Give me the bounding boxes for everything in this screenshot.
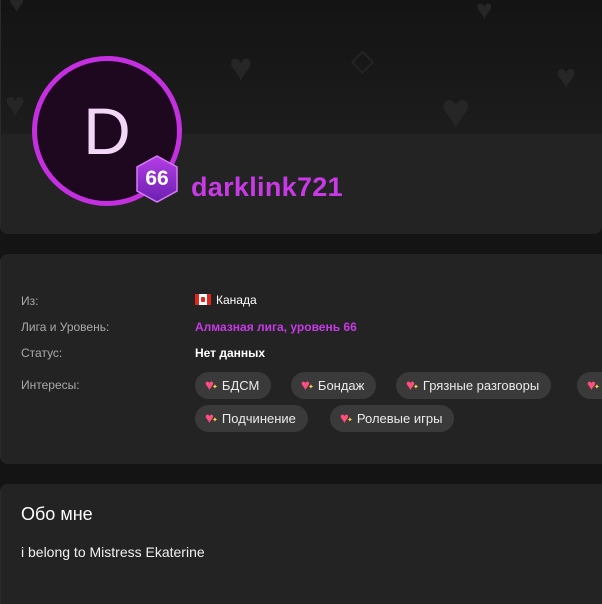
heart-sparkle-icon: ♥ xyxy=(205,378,218,393)
interest-chip[interactable]: ♥Грязные разговоры xyxy=(396,372,552,399)
league-label: Лига и Уровень: xyxy=(21,320,110,334)
profile-header-card: ♥ ♥ ♥ ♥ ♥ ◇ ♥ D 66 darklink721 xyxy=(0,0,602,234)
heart-sparkle-icon: ♥ xyxy=(301,378,314,393)
interest-chip[interactable]: ♥БДСМ xyxy=(195,372,272,399)
avatar-letter: D xyxy=(83,94,131,168)
interest-label: Подчинение xyxy=(221,411,296,426)
about-title: Обо мне xyxy=(21,504,93,524)
heart-sparkle-icon: ♥ xyxy=(406,378,419,393)
interest-label: Грязные разговоры xyxy=(422,378,540,393)
heart-deco-icon: ♥ xyxy=(476,0,493,25)
about-card: Обо мне i belong to Mistress Ekaterine xyxy=(0,484,602,604)
heart-deco-icon: ♥ xyxy=(229,46,253,90)
profile-details-card: Из: Канада Лига и Уровень: Алмазная лига… xyxy=(0,254,602,464)
interest-chip[interactable]: ♥Подчинение xyxy=(195,405,308,432)
from-value: Канада xyxy=(195,293,257,307)
interest-chip[interactable]: ♥Ролевые игры xyxy=(330,405,455,432)
interests-label: Интересы: xyxy=(21,378,80,392)
from-label: Из: xyxy=(21,294,39,308)
interest-chip[interactable]: ♥Бондаж xyxy=(291,372,377,399)
country-name: Канада xyxy=(216,293,257,307)
heart-deco-icon: ♥ xyxy=(441,83,471,134)
interest-label: БДСМ xyxy=(221,378,260,393)
username: darklink721 xyxy=(191,172,343,202)
heart-sparkle-icon: ♥ xyxy=(340,411,353,426)
status-value: Нет данных xyxy=(195,346,266,360)
about-text: i belong to Mistress Ekaterine xyxy=(21,544,205,560)
level-badge: 66 xyxy=(134,154,180,204)
status-label: Статус: xyxy=(21,346,63,360)
heart-sparkle-icon: ♥ xyxy=(205,411,218,426)
interest-chip-overflow[interactable]: ♥ xyxy=(577,372,602,399)
interest-label: Ролевые игры xyxy=(356,411,443,426)
league-value: Алмазная лига, уровень 66 xyxy=(195,320,357,334)
heart-deco-icon: ♥ xyxy=(5,86,26,124)
heart-deco-icon: ♥ xyxy=(556,58,577,96)
level-number: 66 xyxy=(145,167,169,190)
heart-deco-icon: ♥ xyxy=(9,0,25,18)
gem-deco-icon: ◇ xyxy=(351,44,375,77)
interest-label: Бондаж xyxy=(317,378,365,393)
canada-flag-icon xyxy=(195,294,211,305)
heart-sparkle-icon: ♥ xyxy=(587,378,600,393)
